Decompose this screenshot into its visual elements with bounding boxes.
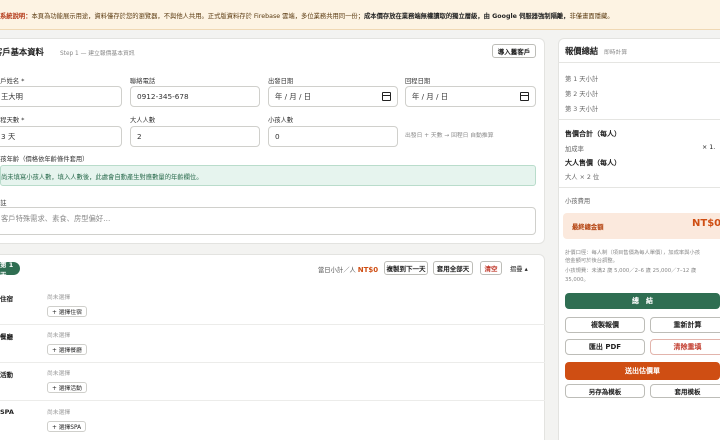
calendar-icon[interactable] xyxy=(520,92,529,101)
notice-prefix: 系統說明： xyxy=(0,13,32,20)
activity-status: 尚未選擇 xyxy=(47,371,71,377)
select-activity-button[interactable]: + 選擇活動 xyxy=(47,382,87,393)
send-quote-button[interactable]: 送出估價單 xyxy=(565,362,720,380)
category-lodging: 住宿 xyxy=(0,295,13,303)
customer-name-input[interactable]: 王大明 xyxy=(0,86,122,107)
day-subtotal-label: 當日小計／人 xyxy=(318,267,356,274)
summary-total-button[interactable]: 總 結 xyxy=(565,293,720,309)
customer-card-step: Step 1 — 建立報價基本資訊 xyxy=(60,51,135,57)
kids-age-label: 小孩年齡（價格依年齡條件套用） xyxy=(0,156,89,163)
remark-label: 備註 xyxy=(0,200,7,207)
customer-card-title: 客戶基本資料 xyxy=(0,47,44,57)
select-spa-button[interactable]: + 選擇SPA xyxy=(47,421,87,432)
adult-count: 大人 × 2 位 xyxy=(565,174,600,181)
kids-age-note-text: 尚未填寫小孩人數，填入人數後，此處會自動產生對應數量的年齡欄位。 xyxy=(1,174,203,181)
calendar-icon[interactable] xyxy=(382,92,391,101)
footnote-line-1: 計價口徑：每人制（項目售價為每人單價），加成率與小孩 xyxy=(565,250,701,256)
footnote-line-4: 35,000。 xyxy=(565,277,589,283)
kids-value: 0 xyxy=(275,132,280,141)
footnote-line-2: 倍金額可於後台調整。 xyxy=(565,258,618,264)
spa-status: 尚未選擇 xyxy=(47,410,71,416)
recalculate-button[interactable]: 重新計算 xyxy=(650,317,720,333)
adult-price-label: 大人售價（每人） xyxy=(565,159,621,167)
customer-name-value: 王大明 xyxy=(1,91,23,101)
export-pdf-button[interactable]: 匯出 PDF xyxy=(565,339,645,355)
category-spa: SPA xyxy=(0,408,14,416)
clear-day-button[interactable]: 清空 xyxy=(480,261,502,275)
adults-value: 2 xyxy=(137,132,142,141)
apply-template-button[interactable]: 套用模板 xyxy=(650,384,720,398)
summary-divider xyxy=(558,187,720,188)
depart-date-label: 出發日期 xyxy=(268,78,294,85)
remark-textarea[interactable]: 客戶特殊需求、素食、房型偏好… xyxy=(0,207,536,235)
day-subtotal-value: NT$0 xyxy=(357,266,379,274)
days-label: 行程天數 * xyxy=(0,117,25,124)
row-divider xyxy=(0,362,545,363)
day-3-subtotal-label: 第 3 天小計 xyxy=(565,106,599,113)
import-customer-button[interactable]: 導入舊客戶 xyxy=(492,44,536,58)
kids-input[interactable]: 0 xyxy=(268,126,398,147)
notice-suffix: 非僅畫面隱藏。 xyxy=(569,13,614,20)
row-divider xyxy=(0,400,545,401)
apply-all-days-button[interactable]: 套用全部天 xyxy=(433,261,473,275)
row-divider xyxy=(0,324,545,325)
day-2-subtotal-label: 第 2 天小計 xyxy=(565,91,599,98)
remark-placeholder: 客戶特殊需求、素食、房型偏好… xyxy=(1,214,111,223)
restaurant-status: 尚未選擇 xyxy=(47,333,71,339)
select-restaurant-button[interactable]: + 選擇餐廳 xyxy=(47,344,87,355)
summary-divider xyxy=(558,62,720,63)
name-label: 客戶姓名 * xyxy=(0,78,25,85)
day-1-subtotal-label: 第 1 天小計 xyxy=(565,76,599,83)
final-total-value: NT$0 xyxy=(692,218,720,229)
days-value: 3 天 xyxy=(1,131,16,141)
days-select[interactable]: 3 天 xyxy=(0,126,122,147)
collapse-day-toggle[interactable]: 摺疊 ▴ xyxy=(510,264,528,273)
copy-quote-button[interactable]: 複製報價 xyxy=(565,317,645,333)
category-activity: 活動 xyxy=(0,371,13,379)
return-date-value: 年 / 月 / 日 xyxy=(412,91,449,101)
notice-bold-text: 成本價存放在業務端無權讀取的獨立層級，由 Google 伺服器強制隔離， xyxy=(364,13,570,20)
clear-all-button[interactable]: 清除重填 xyxy=(650,339,720,355)
summary-divider xyxy=(558,119,720,120)
save-template-button[interactable]: 另存為模板 xyxy=(565,384,645,398)
summary-subtitle: 即時計算 xyxy=(604,50,628,56)
footnote-line-3: 小孩規費：未滿2 歲 5,000／2–6 歲 25,000／7–12 歲 xyxy=(565,268,697,274)
depart-date-input[interactable]: 年 / 月 / 日 xyxy=(268,86,398,107)
notice-text: 本頁為功能展示用途，資料僅存於您的瀏覽器，不與他人共用。正式版資料存於 Fire… xyxy=(31,13,364,20)
system-notice-bar: 系統說明：本頁為功能展示用途，資料僅存於您的瀏覽器，不與他人共用。正式版資料存於… xyxy=(0,0,720,30)
final-total-label: 最終總金額 xyxy=(572,224,604,231)
markup-label: 加成率 xyxy=(565,146,584,153)
kids-age-note: 尚未填寫小孩人數，填入人數後，此處會自動產生對應數量的年齡欄位。 xyxy=(0,165,536,186)
auto-date-hint: 出發日 + 天數 → 回程日 自動推算 xyxy=(405,133,494,139)
select-lodging-button[interactable]: + 選擇住宿 xyxy=(47,306,87,317)
phone-input[interactable]: 0912-345-678 xyxy=(130,86,260,107)
phone-value: 0912-345-678 xyxy=(137,92,189,101)
day-pill: 第 1 天 xyxy=(0,261,20,279)
day-subtotal: 當日小計／人 NT$0 xyxy=(318,265,378,274)
summary-title: 報價總結 xyxy=(565,46,599,56)
adults-input[interactable]: 2 xyxy=(130,126,260,147)
category-restaurant: 餐廳 xyxy=(0,333,13,341)
return-date-input[interactable]: 年 / 月 / 日 xyxy=(405,86,536,107)
adults-label: 大人人數 xyxy=(130,117,156,124)
markup-value: × 1. xyxy=(702,144,716,151)
lodging-status: 尚未選擇 xyxy=(47,295,71,301)
kids-fee-label: 小孩費用 xyxy=(565,198,591,205)
copy-next-day-button[interactable]: 複製到下一天 xyxy=(384,261,428,275)
phone-label: 聯絡電話 xyxy=(130,78,156,85)
per-person-total-label: 售價合計（每人） xyxy=(565,130,621,138)
return-date-label: 回程日期 xyxy=(405,78,431,85)
depart-date-value: 年 / 月 / 日 xyxy=(275,91,312,101)
kids-label: 小孩人數 xyxy=(268,117,294,124)
